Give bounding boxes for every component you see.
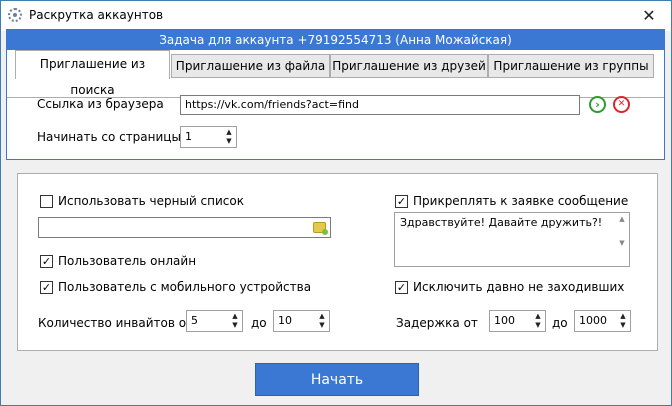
tab-file-invite[interactable]: Приглашение из файла: [171, 54, 330, 78]
message-textarea[interactable]: Здравствуйте! Давайте дружить?! ▲ ▼: [394, 212, 630, 267]
tab-friends-invite[interactable]: Приглашение из друзей: [330, 54, 488, 78]
spinner-arrows-icon[interactable]: ▲ ▼: [618, 312, 628, 330]
blacklist-checkbox[interactable]: [40, 195, 53, 208]
close-button[interactable]: ✕: [627, 1, 671, 31]
attach-message-label: Прикреплять к заявке сообщение: [413, 194, 629, 208]
task-panel: Задача для аккаунта +79192554713 (Анна М…: [6, 29, 665, 160]
tab-search-invite[interactable]: Приглашение из поиска: [15, 50, 170, 97]
mobile-checkbox[interactable]: ✓: [40, 281, 53, 294]
clear-x-icon[interactable]: ✕: [613, 96, 630, 113]
tab-strip: Приглашение из поиска Приглашение из фай…: [7, 50, 664, 98]
delay-from-spinner[interactable]: 100 ▲ ▼: [489, 310, 546, 332]
delay-from-value: 100: [494, 314, 515, 327]
tab-group-invite[interactable]: Приглашение из группы: [488, 54, 654, 78]
blacklist-label: Использовать черный список: [58, 194, 244, 208]
task-header: Задача для аккаунта +79192554713 (Анна М…: [7, 30, 664, 50]
scrollbar-arrows-icon[interactable]: ▲ ▼: [617, 215, 627, 259]
start-button[interactable]: Начать: [255, 363, 419, 396]
app-gear-icon: [8, 8, 22, 22]
spinner-arrows-icon[interactable]: ▲ ▼: [533, 312, 543, 330]
start-page-label: Начинать со страницы: [37, 130, 181, 144]
exclude-inactive-label: Исключить давно не заходивших: [413, 280, 625, 294]
invites-from-value: 5: [191, 314, 198, 327]
attach-message-checkbox[interactable]: ✓: [395, 195, 408, 208]
invites-to-label: до: [251, 316, 267, 330]
exclude-inactive-checkbox[interactable]: ✓: [395, 281, 408, 294]
delay-to-spinner[interactable]: 1000 ▲ ▼: [574, 310, 631, 332]
folder-icon[interactable]: [313, 222, 328, 235]
app-window: Раскрутка аккаунтов ✕ Задача для аккаунт…: [0, 0, 672, 406]
start-page-spinner[interactable]: 1 ▲ ▼: [180, 126, 237, 148]
spinner-arrows-icon[interactable]: ▲ ▼: [224, 128, 234, 146]
invites-to-spinner[interactable]: 10 ▲ ▼: [273, 310, 330, 332]
window-title: Раскрутка аккаунтов: [29, 8, 164, 22]
title-bar[interactable]: Раскрутка аккаунтов ✕: [1, 1, 671, 31]
blacklist-path-input[interactable]: [38, 217, 331, 238]
url-input[interactable]: https://vk.com/friends?act=find: [180, 95, 580, 115]
online-label: Пользователь онлайн: [58, 254, 197, 268]
go-arrow-icon[interactable]: ›: [589, 96, 606, 113]
delay-to-label: до: [552, 316, 568, 330]
mobile-label: Пользователь с мобильного устройства: [58, 280, 312, 294]
start-page-value: 1: [185, 130, 192, 143]
online-checkbox[interactable]: ✓: [40, 255, 53, 268]
spinner-arrows-icon[interactable]: ▲ ▼: [230, 312, 240, 330]
message-text: Здравствуйте! Давайте дружить?!: [400, 216, 603, 229]
delay-label: Задержка от: [396, 316, 478, 330]
invites-from-spinner[interactable]: 5 ▲ ▼: [186, 310, 243, 332]
options-group: Использовать черный список ✓ Пользовател…: [17, 173, 658, 351]
invites-label: Количество инвайтов от: [38, 316, 194, 330]
delay-to-value: 1000: [579, 314, 607, 327]
spinner-arrows-icon[interactable]: ▲ ▼: [317, 312, 327, 330]
invites-to-value: 10: [278, 314, 292, 327]
